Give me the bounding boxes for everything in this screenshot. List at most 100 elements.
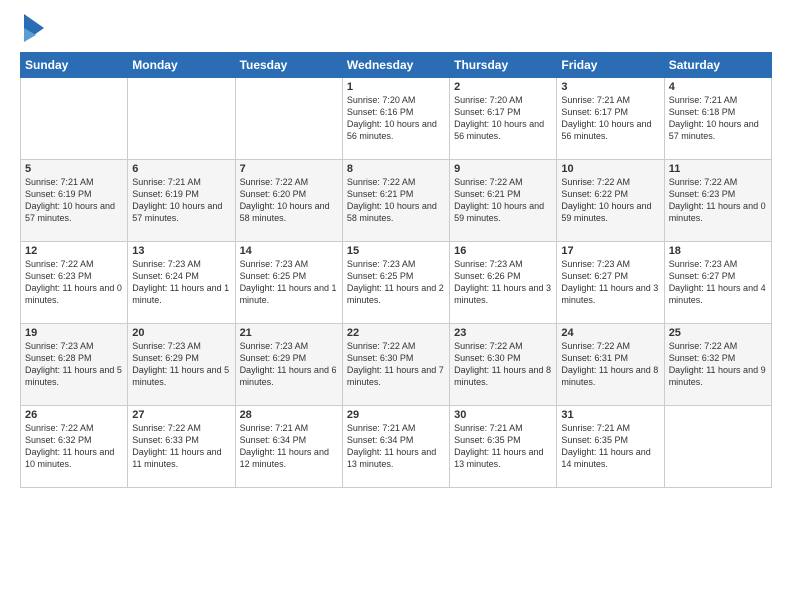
calendar-cell: 6Sunrise: 7:21 AM Sunset: 6:19 PM Daylig… — [128, 160, 235, 242]
day-info: Sunrise: 7:23 AM Sunset: 6:27 PM Dayligh… — [669, 259, 766, 305]
day-number: 9 — [454, 163, 552, 175]
day-info: Sunrise: 7:22 AM Sunset: 6:32 PM Dayligh… — [25, 423, 114, 469]
day-info: Sunrise: 7:21 AM Sunset: 6:34 PM Dayligh… — [347, 423, 436, 469]
calendar-week-2: 5 Sunrise: 7:21 AM Sunset: 6:19 PM Daylig… — [21, 160, 772, 242]
calendar-cell: 19 Sunrise: 7:23 AM Sunset: 6:28 PM Dayli… — [21, 324, 128, 406]
calendar-cell: 24 Sunrise: 7:22 AM Sunset: 6:31 PM Dayli… — [557, 324, 664, 406]
day-info: Sunrise: 7:23 AM Sunset: 6:29 PM Dayligh… — [132, 341, 229, 387]
calendar-week-3: 12 Sunrise: 7:22 AM Sunset: 6:23 PM Dayli… — [21, 242, 772, 324]
calendar-cell: 31 Sunrise: 7:21 AM Sunset: 6:35 PM Dayli… — [557, 406, 664, 488]
day-info: Sunrise: 7:21 AM Sunset: 6:35 PM Dayligh… — [454, 423, 543, 469]
calendar-cell: 17 Sunrise: 7:23 AM Sunset: 6:27 PM Dayli… — [557, 242, 664, 324]
calendar-cell: 21 Sunrise: 7:23 AM Sunset: 6:29 PM Dayli… — [235, 324, 342, 406]
day-number: 14 — [240, 245, 338, 257]
calendar-cell: 20 Sunrise: 7:23 AM Sunset: 6:29 PM Dayli… — [128, 324, 235, 406]
day-number: 4 — [669, 81, 767, 93]
day-number: 25 — [669, 327, 767, 339]
day-number: 17 — [561, 245, 659, 257]
calendar-cell: 14 Sunrise: 7:23 AM Sunset: 6:25 PM Dayli… — [235, 242, 342, 324]
calendar-cell: 15 Sunrise: 7:23 AM Sunset: 6:25 PM Dayli… — [342, 242, 449, 324]
calendar-cell: 25 Sunrise: 7:22 AM Sunset: 6:32 PM Dayli… — [664, 324, 771, 406]
day-number: 28 — [240, 409, 338, 421]
calendar-cell: 29Sunrise: 7:21 AM Sunset: 6:34 PM Dayli… — [342, 406, 449, 488]
day-number: 20 — [132, 327, 230, 339]
day-info: Sunrise: 7:22 AM Sunset: 6:30 PM Dayligh… — [347, 341, 444, 387]
day-info: Sunrise: 7:23 AM Sunset: 6:25 PM Dayligh… — [240, 259, 337, 305]
day-number: 2 — [454, 81, 552, 93]
day-number: 8 — [347, 163, 445, 175]
day-number: 19 — [25, 327, 123, 339]
calendar-cell: 9 Sunrise: 7:22 AM Sunset: 6:21 PM Daylig… — [450, 160, 557, 242]
calendar-week-4: 19 Sunrise: 7:23 AM Sunset: 6:28 PM Dayli… — [21, 324, 772, 406]
day-number: 27 — [132, 409, 230, 421]
day-number: 12 — [25, 245, 123, 257]
day-info: Sunrise: 7:21 AM Sunset: 6:17 PM Dayligh… — [561, 95, 651, 141]
weekday-header-thursday: Thursday — [450, 53, 557, 78]
day-info: Sunrise: 7:21 AM Sunset: 6:18 PM Dayligh… — [669, 95, 759, 141]
calendar-cell: 1 Sunrise: 7:20 AM Sunset: 6:16 PM Daylig… — [342, 78, 449, 160]
calendar-week-5: 26 Sunrise: 7:22 AM Sunset: 6:32 PM Dayli… — [21, 406, 772, 488]
calendar-week-1: 1 Sunrise: 7:20 AM Sunset: 6:16 PM Daylig… — [21, 78, 772, 160]
day-info: Sunrise: 7:22 AM Sunset: 6:23 PM Dayligh… — [669, 177, 766, 223]
day-number: 26 — [25, 409, 123, 421]
day-info: Sunrise: 7:22 AM Sunset: 6:22 PM Dayligh… — [561, 177, 651, 223]
day-number: 1 — [347, 81, 445, 93]
calendar-cell — [664, 406, 771, 488]
weekday-header-wednesday: Wednesday — [342, 53, 449, 78]
day-info: Sunrise: 7:21 AM Sunset: 6:19 PM Dayligh… — [25, 177, 115, 223]
day-info: Sunrise: 7:22 AM Sunset: 6:32 PM Dayligh… — [669, 341, 766, 387]
weekday-header-friday: Friday — [557, 53, 664, 78]
day-number: 15 — [347, 245, 445, 257]
calendar-cell: 16Sunrise: 7:23 AM Sunset: 6:26 PM Dayli… — [450, 242, 557, 324]
day-info: Sunrise: 7:20 AM Sunset: 6:16 PM Dayligh… — [347, 95, 437, 141]
day-number: 6 — [132, 163, 230, 175]
day-number: 21 — [240, 327, 338, 339]
weekday-header-tuesday: Tuesday — [235, 53, 342, 78]
calendar-cell: 13 Sunrise: 7:23 AM Sunset: 6:24 PM Dayli… — [128, 242, 235, 324]
day-number: 24 — [561, 327, 659, 339]
calendar-cell: 12 Sunrise: 7:22 AM Sunset: 6:23 PM Dayli… — [21, 242, 128, 324]
calendar-cell: 4 Sunrise: 7:21 AM Sunset: 6:18 PM Daylig… — [664, 78, 771, 160]
day-info: Sunrise: 7:23 AM Sunset: 6:24 PM Dayligh… — [132, 259, 229, 305]
calendar-cell: 7Sunrise: 7:22 AM Sunset: 6:20 PM Daylig… — [235, 160, 342, 242]
day-info: Sunrise: 7:23 AM Sunset: 6:27 PM Dayligh… — [561, 259, 658, 305]
weekday-header-monday: Monday — [128, 53, 235, 78]
calendar-cell: 11 Sunrise: 7:22 AM Sunset: 6:23 PM Dayli… — [664, 160, 771, 242]
day-info: Sunrise: 7:23 AM Sunset: 6:25 PM Dayligh… — [347, 259, 444, 305]
day-info: Sunrise: 7:22 AM Sunset: 6:21 PM Dayligh… — [454, 177, 544, 223]
calendar-cell: 18Sunrise: 7:23 AM Sunset: 6:27 PM Dayli… — [664, 242, 771, 324]
day-number: 23 — [454, 327, 552, 339]
day-info: Sunrise: 7:22 AM Sunset: 6:21 PM Dayligh… — [347, 177, 437, 223]
calendar-cell: 10Sunrise: 7:22 AM Sunset: 6:22 PM Dayli… — [557, 160, 664, 242]
day-number: 16 — [454, 245, 552, 257]
day-info: Sunrise: 7:23 AM Sunset: 6:29 PM Dayligh… — [240, 341, 337, 387]
day-info: Sunrise: 7:22 AM Sunset: 6:23 PM Dayligh… — [25, 259, 122, 305]
day-number: 30 — [454, 409, 552, 421]
day-info: Sunrise: 7:21 AM Sunset: 6:34 PM Dayligh… — [240, 423, 329, 469]
day-info: Sunrise: 7:22 AM Sunset: 6:31 PM Dayligh… — [561, 341, 658, 387]
day-number: 5 — [25, 163, 123, 175]
page: SundayMondayTuesdayWednesdayThursdayFrid… — [0, 0, 792, 612]
weekday-header-row: SundayMondayTuesdayWednesdayThursdayFrid… — [21, 53, 772, 78]
calendar-cell — [128, 78, 235, 160]
calendar-cell: 23 Sunrise: 7:22 AM Sunset: 6:30 PM Dayli… — [450, 324, 557, 406]
calendar-cell: 28 Sunrise: 7:21 AM Sunset: 6:34 PM Dayli… — [235, 406, 342, 488]
day-number: 11 — [669, 163, 767, 175]
day-number: 13 — [132, 245, 230, 257]
day-number: 31 — [561, 409, 659, 421]
calendar-cell: 5 Sunrise: 7:21 AM Sunset: 6:19 PM Daylig… — [21, 160, 128, 242]
day-info: Sunrise: 7:23 AM Sunset: 6:28 PM Dayligh… — [25, 341, 122, 387]
calendar-cell — [235, 78, 342, 160]
logo — [20, 16, 46, 42]
day-number: 22 — [347, 327, 445, 339]
calendar-cell: 30 Sunrise: 7:21 AM Sunset: 6:35 PM Dayli… — [450, 406, 557, 488]
day-info: Sunrise: 7:22 AM Sunset: 6:20 PM Dayligh… — [240, 177, 330, 223]
day-info: Sunrise: 7:22 AM Sunset: 6:30 PM Dayligh… — [454, 341, 551, 387]
calendar-cell — [21, 78, 128, 160]
logo-icon — [22, 14, 46, 42]
calendar-cell: 22 Sunrise: 7:22 AM Sunset: 6:30 PM Dayli… — [342, 324, 449, 406]
day-info: Sunrise: 7:22 AM Sunset: 6:33 PM Dayligh… — [132, 423, 221, 469]
weekday-header-sunday: Sunday — [21, 53, 128, 78]
calendar-cell: 3Sunrise: 7:21 AM Sunset: 6:17 PM Daylig… — [557, 78, 664, 160]
day-info: Sunrise: 7:21 AM Sunset: 6:35 PM Dayligh… — [561, 423, 650, 469]
